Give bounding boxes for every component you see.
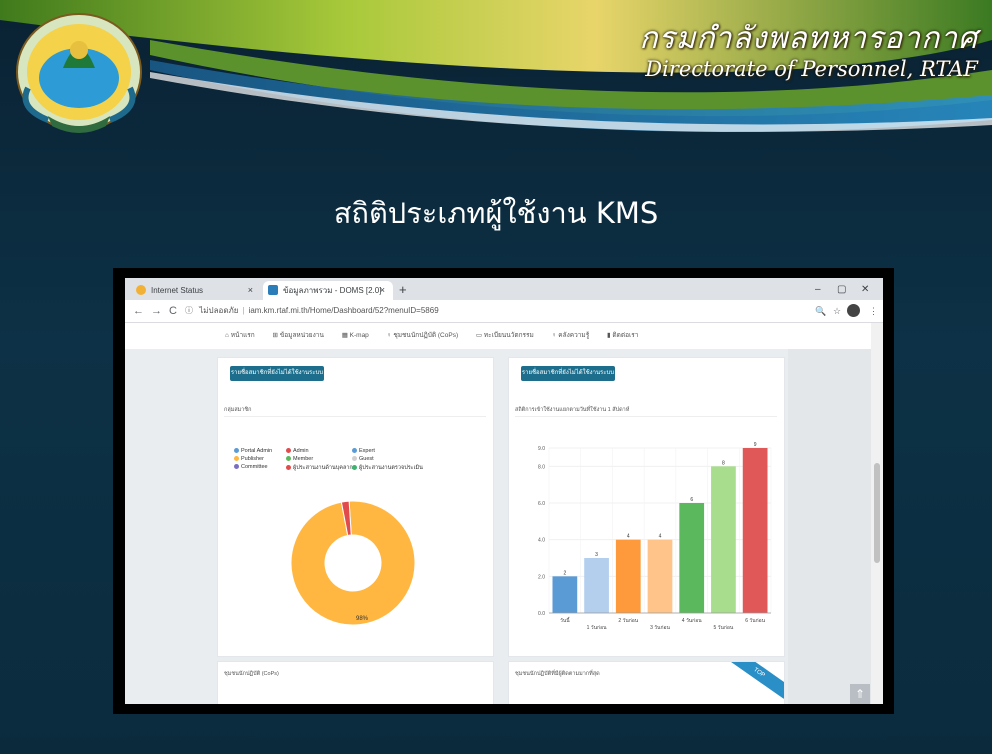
site-menu-bar: ⌂ หน้าแรก ⊞ ข้อมูลหน่วยงาน ▦ K-map ♀ ชุม… <box>125 323 883 349</box>
y-tick-label: 9.0 <box>538 446 545 452</box>
page-icon <box>268 285 278 295</box>
brand-english: Directorate of Personnel, RTAF <box>645 57 978 81</box>
member-groups-card: รายชื่อสมาชิกที่ยังไม่ได้ใช้งานระบบ กลุ่… <box>217 357 494 657</box>
menu-contact[interactable]: ▮ ติดต่อเรา <box>607 332 646 339</box>
x-tick-label: 1 วันก่อน <box>587 625 607 631</box>
minimize-button[interactable]: – <box>815 281 821 298</box>
menu-kmap[interactable]: ▦ K-map <box>342 332 377 339</box>
x-tick-label: 2 วันก่อน <box>618 618 638 624</box>
x-tick-label: วันนี้ <box>560 615 570 624</box>
info-icon[interactable]: ⓘ <box>185 306 193 315</box>
x-tick-label: 5 วันก่อน <box>714 625 734 631</box>
tab-label: ข้อมูลภาพรวม - DOMS [2.0] <box>283 286 382 295</box>
maximize-button[interactable]: ▢ <box>837 281 846 298</box>
donut-chart: 98% <box>290 500 416 626</box>
back-button[interactable]: ← <box>133 303 144 319</box>
close-window-button[interactable]: ✕ <box>861 281 869 298</box>
url-text: iam.km.rtaf.mi.th/Home/Dashboard/52?menu… <box>248 306 439 315</box>
tab-internet-status[interactable]: Internet Status × <box>131 281 261 300</box>
y-tick-label: 2.0 <box>538 574 545 580</box>
y-tick-label: 0.0 <box>538 611 545 617</box>
donut-slice-publisher[interactable] <box>290 500 416 626</box>
menu-cops[interactable]: ♀ ชุมชนนักปฏิบัติ (CoPs) <box>387 332 466 339</box>
scroll-to-top-button[interactable]: ⇑ <box>850 684 870 704</box>
menu-kebab-icon[interactable]: ⋮ <box>869 303 878 319</box>
right-gutter <box>788 349 871 704</box>
donut-percent-label: 98% <box>356 616 369 622</box>
bar[interactable] <box>552 576 578 613</box>
tab-label: Internet Status <box>151 286 204 295</box>
profile-avatar[interactable] <box>847 304 860 317</box>
card-title: สถิติการเข้าใช้งานแยกตามวันที่ใช้งาน 1 ส… <box>515 407 630 413</box>
bar-value-label: 4 <box>627 534 630 540</box>
cops-card: ชุมชนนักปฏิบัติ (CoPs) <box>217 661 494 704</box>
bar-value-label: 4 <box>659 534 662 540</box>
legend-item[interactable]: Expert <box>352 448 375 454</box>
unused-members-button[interactable]: รายชื่อสมาชิกที่ยังไม่ได้ใช้งานระบบ <box>230 366 324 381</box>
legend-item[interactable]: ผู้ประสานงานตรวจประเมิน <box>352 464 423 472</box>
close-icon[interactable]: × <box>248 281 253 300</box>
legend-item[interactable]: Portal Admin <box>234 448 272 454</box>
menu-innovation[interactable]: ▭ ทะเบียนนวัตกรรม <box>476 332 542 339</box>
legend-item[interactable]: Guest <box>352 456 374 462</box>
bar-value-label: 2 <box>563 570 566 576</box>
usage-stats-card: รายชื่อสมาชิกที่ยังไม่ได้ใช้งานระบบ สถิต… <box>508 357 785 657</box>
scrollbar[interactable] <box>871 323 883 704</box>
security-label: ไม่ปลอดภัย <box>199 306 239 315</box>
unused-members-button[interactable]: รายชื่อสมาชิกที่ยังไม่ได้ใช้งานระบบ <box>521 366 615 381</box>
close-icon[interactable]: × <box>380 281 385 300</box>
brand-thai: กรมกำลังพลทหารอากาศ <box>639 21 978 56</box>
brand-text: กรมกำลังพลทหารอากาศ Directorate of Perso… <box>639 22 978 82</box>
bar-value-label: 3 <box>595 552 598 558</box>
bar[interactable] <box>615 539 641 613</box>
bar[interactable] <box>584 558 609 613</box>
legend-item[interactable]: Member <box>286 456 313 462</box>
site-menu: ⌂ หน้าแรก ⊞ ข้อมูลหน่วยงาน ▦ K-map ♀ ชุม… <box>225 323 654 349</box>
bar[interactable] <box>647 539 673 613</box>
tab-bar: Internet Status × ข้อมูลภาพรวม - DOMS [2… <box>125 278 883 300</box>
menu-org-info[interactable]: ⊞ ข้อมูลหน่วยงาน <box>273 332 332 339</box>
bar-value-label: 8 <box>722 460 725 466</box>
top-ribbon: TOP <box>726 662 784 699</box>
bar[interactable] <box>711 466 736 613</box>
url-input[interactable]: ⓘ ไม่ปลอดภัย | iam.km.rtaf.mi.th/Home/Dash… <box>185 303 825 319</box>
bar[interactable] <box>742 448 768 613</box>
x-tick-label: 4 วันก่อน <box>682 618 702 624</box>
bar[interactable] <box>679 503 705 613</box>
menu-home[interactable]: ⌂ หน้าแรก <box>225 332 263 339</box>
browser-window: Internet Status × ข้อมูลภาพรวม - DOMS [2… <box>125 278 883 704</box>
forward-button[interactable]: → <box>151 303 162 319</box>
y-tick-label: 6.0 <box>538 501 545 507</box>
zoom-icon[interactable]: 🔍 <box>815 303 826 319</box>
slide-title: สถิติประเภทผู้ใช้งาน KMS <box>333 196 659 230</box>
bar-value-label: 6 <box>690 497 693 503</box>
menu-knowledge[interactable]: ♀ คลังความรู้ <box>552 332 598 339</box>
y-tick-label: 8.0 <box>538 464 545 470</box>
donut-legend: Portal Admin Admin Expert Publisher Memb… <box>234 448 484 484</box>
scrollbar-thumb[interactable] <box>874 463 880 563</box>
rtaf-emblem-logo <box>16 13 142 133</box>
warning-icon <box>136 285 146 295</box>
new-tab-button[interactable]: + <box>399 281 407 298</box>
bookmark-star-icon[interactable]: ☆ <box>833 303 841 319</box>
card-title: กลุ่มสมาชิก <box>224 407 252 413</box>
y-tick-label: 4.0 <box>538 538 545 544</box>
x-tick-label: 3 วันก่อน <box>650 625 670 631</box>
x-tick-label: 6 วันก่อน <box>745 618 765 624</box>
reload-button[interactable]: C <box>169 303 177 319</box>
legend-item[interactable]: ผู้ประสานงานด้านบุคลากร <box>286 464 356 472</box>
tab-dashboard[interactable]: ข้อมูลภาพรวม - DOMS [2.0] × <box>263 281 393 300</box>
legend-item[interactable]: Admin <box>286 448 309 454</box>
legend-item[interactable]: Publisher <box>234 456 264 462</box>
address-bar: ← → C ⓘ ไม่ปลอดภัย | iam.km.rtaf.mi.th/Hom… <box>125 300 883 323</box>
bar-chart: 0.0 2.0 4.0 6.0 8.0 9.0 2 วันนี้ 3 1 วันก่อน 4 2 วั… <box>538 442 772 631</box>
bar-value-label: 9 <box>754 442 757 448</box>
card-title: ชุมชนนักปฏิบัติที่มีผู้ติดตามมากที่สุด <box>515 671 600 677</box>
legend-item[interactable]: Committee <box>234 464 268 470</box>
top-cops-card: ชุมชนนักปฏิบัติที่มีผู้ติดตามมากที่สุด T… <box>508 661 785 704</box>
card-title: ชุมชนนักปฏิบัติ (CoPs) <box>224 671 279 677</box>
page-content: รายชื่อสมาชิกที่ยังไม่ได้ใช้งานระบบ กลุ่… <box>125 323 883 704</box>
